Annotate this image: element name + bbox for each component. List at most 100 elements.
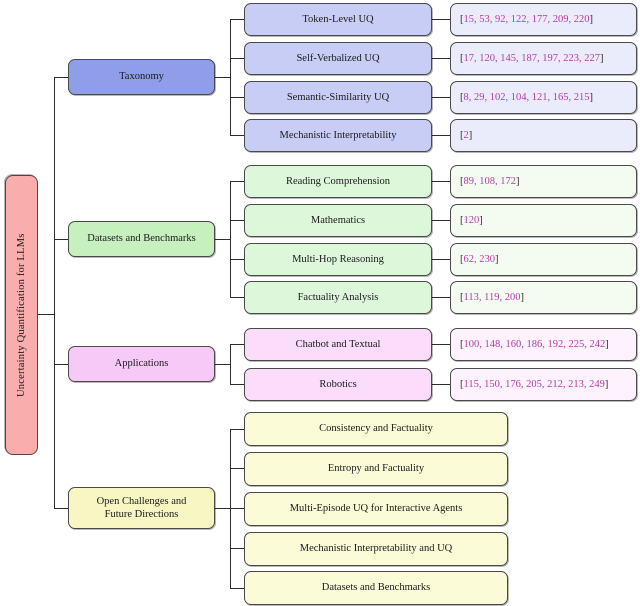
connector-datasets-bracket xyxy=(230,181,232,297)
citation-box-multi-hop-reasoning[interactable]: [62, 230] xyxy=(450,243,637,276)
citation-box-mathematics[interactable]: [120] xyxy=(450,204,637,237)
category-label-taxonomy: Taxonomy xyxy=(119,71,164,83)
leaf-label-mechanistic-interpretability: Mechanistic Interpretability xyxy=(279,129,397,141)
leaf-node-robotics[interactable]: Robotics xyxy=(244,368,432,401)
connector-datasets-child-1 xyxy=(230,181,244,183)
category-label-datasets: Datasets and Benchmarks xyxy=(87,233,196,245)
leaf-label-entropy-and-factuality: Entropy and Factuality xyxy=(327,463,425,475)
leaf-node-consistency-and-factuality[interactable]: Consistency and Factuality xyxy=(244,412,508,446)
leaf-label-reading-comprehension: Reading Comprehension xyxy=(285,175,391,187)
leaf-node-token-level-uq[interactable]: Token-Level UQ xyxy=(244,3,432,36)
leaf-label-token-level-uq: Token-Level UQ xyxy=(302,13,374,25)
category-node-open-challenges[interactable]: Open Challenges and Future Directions xyxy=(68,487,215,529)
root-node-label: Uncertainty Quantification for LLMs xyxy=(15,233,27,397)
connector-applications-child-2 xyxy=(230,384,244,386)
leaf-node-mathematics[interactable]: Mathematics xyxy=(244,204,432,237)
connector-datasets-child-2 xyxy=(230,220,244,222)
citation-list-mechanistic-interpretability: [2] xyxy=(460,129,473,141)
leaf-label-consistency-and-factuality: Consistency and Factuality xyxy=(319,423,433,435)
leaf-label-self-verbalized-uq: Self-Verbalized UQ xyxy=(296,52,380,64)
leaf-node-self-verbalized-uq[interactable]: Self-Verbalized UQ xyxy=(244,42,432,75)
category-node-datasets-and-benchmarks[interactable]: Datasets and Benchmarks xyxy=(68,221,215,257)
citation-list-factuality-analysis: [113, 119, 200] xyxy=(460,291,524,303)
connector-datasets-child-4 xyxy=(230,297,244,299)
leaf-node-entropy-and-factuality[interactable]: Entropy and Factuality xyxy=(244,452,508,486)
citation-box-token-level-uq[interactable]: [15, 53, 92, 122, 177, 209, 220] xyxy=(450,3,637,36)
leaf-label-datasets-and-benchmarks-open: Datasets and Benchmarks xyxy=(321,582,431,594)
connector-cite-tax-3 xyxy=(432,97,450,99)
connector-taxonomy-child-4 xyxy=(230,135,244,137)
category-node-taxonomy[interactable]: Taxonomy xyxy=(68,59,215,95)
citation-box-robotics[interactable]: [115, 150, 176, 205, 212, 213, 249] xyxy=(450,368,637,401)
connector-open-child-4 xyxy=(230,548,244,550)
leaf-node-reading-comprehension[interactable]: Reading Comprehension xyxy=(244,165,432,198)
connector-cite-ds-3 xyxy=(432,259,450,261)
connector-root-stub xyxy=(37,314,55,316)
connector-cite-tax-4 xyxy=(432,135,450,137)
connector-to-taxonomy xyxy=(54,77,68,79)
connector-applications-bracket xyxy=(230,344,232,384)
leaf-node-datasets-and-benchmarks-open[interactable]: Datasets and Benchmarks xyxy=(244,571,508,605)
citation-list-robotics: [115, 150, 176, 205, 212, 213, 249] xyxy=(460,378,609,390)
leaf-label-factuality-analysis: Factuality Analysis xyxy=(297,291,379,303)
citation-list-token-level-uq: [15, 53, 92, 122, 177, 209, 220] xyxy=(460,13,593,25)
connector-applications-child-1 xyxy=(230,344,244,346)
connector-cite-app-2 xyxy=(432,384,450,386)
connector-cite-ds-1 xyxy=(432,181,450,183)
citation-list-chatbot-and-textual: [100, 148, 160, 186, 192, 225, 242] xyxy=(460,338,609,350)
connector-taxonomy-child-2 xyxy=(230,58,244,60)
connector-to-datasets xyxy=(54,239,68,241)
citation-box-mechanistic-interpretability[interactable]: [2] xyxy=(450,119,637,152)
connector-open-child-1 xyxy=(230,429,244,431)
citation-box-self-verbalized-uq[interactable]: [17, 120, 145, 187, 197, 223, 227] xyxy=(450,42,637,75)
connector-taxonomy-stub xyxy=(215,77,231,79)
leaf-node-multi-episode-uq[interactable]: Multi-Episode UQ for Interactive Agents xyxy=(244,492,508,526)
leaf-label-robotics: Robotics xyxy=(319,378,357,390)
citation-list-self-verbalized-uq: [17, 120, 145, 187, 197, 223, 227] xyxy=(460,52,604,64)
connector-taxonomy-child-3 xyxy=(230,97,244,99)
leaf-label-mechanistic-interpretability-and-uq: Mechanistic Interpretability and UQ xyxy=(299,543,453,555)
leaf-node-chatbot-and-textual[interactable]: Chatbot and Textual xyxy=(244,328,432,361)
connector-spine-upper xyxy=(54,77,56,315)
leaf-label-semantic-similarity-uq: Semantic-Similarity UQ xyxy=(286,91,390,103)
category-label-applications: Applications xyxy=(114,358,169,370)
taxonomy-diagram: Uncertainty Quantification for LLMs Taxo… xyxy=(0,0,640,606)
connector-open-stub xyxy=(215,508,231,510)
citation-list-mathematics: [120] xyxy=(460,214,483,226)
citation-list-multi-hop-reasoning: [62, 230] xyxy=(460,253,499,265)
citation-box-factuality-analysis[interactable]: [113, 119, 200] xyxy=(450,281,637,314)
citation-box-reading-comprehension[interactable]: [89, 108, 172] xyxy=(450,165,637,198)
leaf-node-multi-hop-reasoning[interactable]: Multi-Hop Reasoning xyxy=(244,243,432,276)
connector-taxonomy-bracket xyxy=(230,19,232,135)
citation-list-semantic-similarity-uq: [8, 29, 102, 104, 121, 165, 215] xyxy=(460,91,593,103)
category-label-open-line2: Future Directions xyxy=(104,509,179,520)
citation-list-reading-comprehension: [89, 108, 172] xyxy=(460,175,520,187)
connector-cite-tax-1 xyxy=(432,19,450,21)
category-label-open-line1: Open Challenges and xyxy=(96,495,187,507)
category-node-applications[interactable]: Applications xyxy=(68,346,215,382)
leaf-node-factuality-analysis[interactable]: Factuality Analysis xyxy=(244,281,432,314)
connector-open-child-2 xyxy=(230,468,244,470)
connector-to-open-challenges xyxy=(54,508,68,510)
leaf-label-multi-hop-reasoning: Multi-Hop Reasoning xyxy=(292,253,384,265)
leaf-node-mechanistic-interpretability[interactable]: Mechanistic Interpretability xyxy=(244,119,432,152)
leaf-label-multi-episode-uq: Multi-Episode UQ for Interactive Agents xyxy=(289,503,463,515)
citation-box-chatbot-and-textual[interactable]: [100, 148, 160, 186, 192, 225, 242] xyxy=(450,328,637,361)
connector-cite-tax-2 xyxy=(432,58,450,60)
root-node-uncertainty-quantification[interactable]: Uncertainty Quantification for LLMs xyxy=(5,175,38,455)
connector-open-child-5 xyxy=(230,588,244,590)
citation-box-semantic-similarity-uq[interactable]: [8, 29, 102, 104, 121, 165, 215] xyxy=(450,81,637,114)
connector-cite-ds-4 xyxy=(432,297,450,299)
connector-datasets-child-3 xyxy=(230,259,244,261)
connector-open-child-3 xyxy=(230,508,244,510)
leaf-node-semantic-similarity-uq[interactable]: Semantic-Similarity UQ xyxy=(244,81,432,114)
connector-cite-app-1 xyxy=(432,344,450,346)
leaf-node-mechanistic-interpretability-and-uq[interactable]: Mechanistic Interpretability and UQ xyxy=(244,532,508,566)
connector-datasets-stub xyxy=(215,239,231,241)
connector-cite-ds-2 xyxy=(432,220,450,222)
connector-to-applications xyxy=(54,364,68,366)
leaf-label-mathematics: Mathematics xyxy=(310,214,366,226)
connector-taxonomy-child-1 xyxy=(230,19,244,21)
leaf-label-chatbot-and-textual: Chatbot and Textual xyxy=(295,338,381,350)
connector-spine-lower xyxy=(54,314,56,509)
